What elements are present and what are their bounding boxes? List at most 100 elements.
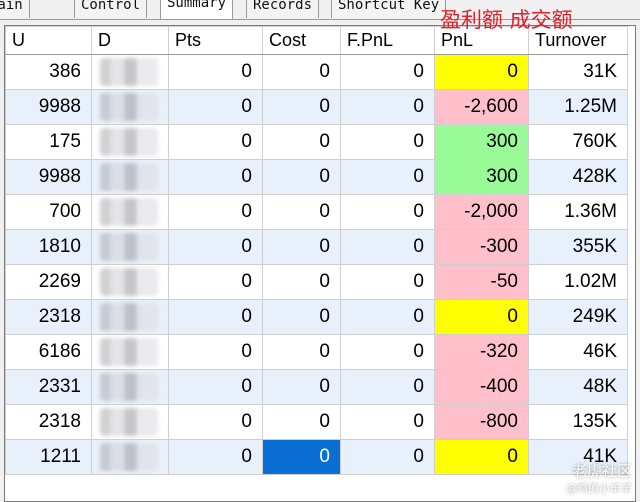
cell-u[interactable]: 2318	[5, 299, 92, 335]
cell-pts[interactable]: 0	[168, 159, 263, 195]
cell-pts[interactable]: 0	[168, 404, 263, 440]
cell-d-redacted[interactable]	[91, 194, 169, 230]
cell-turnover[interactable]: 355K	[528, 229, 628, 265]
cell-fpnl[interactable]: 0	[340, 334, 435, 370]
cell-turnover[interactable]: 135K	[528, 404, 628, 440]
cell-cost[interactable]: 0	[262, 159, 341, 195]
table-row[interactable]: 2318 0 0 0 0 249K	[5, 299, 628, 335]
cell-cost[interactable]: 0	[262, 54, 341, 90]
table-row[interactable]: 9988 0 0 0 -2,600 1.25M	[5, 89, 628, 125]
cell-u[interactable]: 1211	[5, 439, 92, 475]
cell-u[interactable]: 2331	[5, 369, 92, 405]
cell-pts[interactable]: 0	[168, 54, 263, 90]
cell-fpnl[interactable]: 0	[340, 124, 435, 160]
cell-pts[interactable]: 0	[168, 439, 263, 475]
cell-cost[interactable]: 0	[262, 194, 341, 230]
tab-records[interactable]: Records	[246, 0, 320, 18]
table-row[interactable]: 2331 0 0 0 -400 48K	[5, 369, 628, 405]
cell-fpnl[interactable]: 0	[340, 159, 435, 195]
cell-fpnl[interactable]: 0	[340, 229, 435, 265]
cell-d-redacted[interactable]	[91, 54, 169, 90]
cell-cost[interactable]: 0	[262, 264, 341, 300]
table-row[interactable]: 9988 0 0 0 300 428K	[5, 159, 628, 195]
cell-cost[interactable]: 0	[262, 229, 341, 265]
cell-d-redacted[interactable]	[91, 439, 169, 475]
cell-pts[interactable]: 0	[168, 299, 263, 335]
cell-turnover[interactable]: 1.36M	[528, 194, 628, 230]
tab-main[interactable]: Main	[0, 0, 30, 18]
cell-pts[interactable]: 0	[168, 264, 263, 300]
cell-turnover[interactable]: 428K	[528, 159, 628, 195]
cell-u[interactable]: 1810	[5, 229, 92, 265]
cell-pts[interactable]: 0	[168, 229, 263, 265]
cell-cost[interactable]: 0	[262, 299, 341, 335]
cell-pnl[interactable]: -800	[434, 404, 529, 440]
table-row[interactable]: 700 0 0 0 -2,000 1.36M	[5, 194, 628, 230]
cell-turnover[interactable]: 1.25M	[528, 89, 628, 125]
cell-fpnl[interactable]: 0	[340, 194, 435, 230]
cell-pts[interactable]: 0	[168, 334, 263, 370]
cell-fpnl[interactable]: 0	[340, 264, 435, 300]
cell-u[interactable]: 2269	[5, 264, 92, 300]
column-header-fpnl[interactable]: F.PnL	[340, 26, 435, 55]
cell-pnl[interactable]: 0	[434, 299, 529, 335]
cell-pnl[interactable]: -2,600	[434, 89, 529, 125]
cell-pnl[interactable]: -50	[434, 264, 529, 300]
cell-fpnl[interactable]: 0	[340, 439, 435, 475]
cell-u[interactable]: 700	[5, 194, 92, 230]
cell-pts[interactable]: 0	[168, 124, 263, 160]
tab-shortcut-key[interactable]: Shortcut Key	[331, 0, 447, 18]
table-row[interactable]: 1211 0 0 0 0 41K	[5, 439, 628, 475]
cell-pnl[interactable]: -300	[434, 229, 529, 265]
cell-u[interactable]: 2318	[5, 404, 92, 440]
column-header-cost[interactable]: Cost	[262, 26, 341, 55]
table-row[interactable]: 1810 0 0 0 -300 355K	[5, 229, 628, 265]
cell-d-redacted[interactable]	[91, 89, 169, 125]
cell-pnl[interactable]: 0	[434, 54, 529, 90]
cell-pnl[interactable]: -320	[434, 334, 529, 370]
cell-pnl[interactable]: 300	[434, 124, 529, 160]
cell-pnl[interactable]: -400	[434, 369, 529, 405]
table-row[interactable]: 175 0 0 0 300 760K	[5, 124, 628, 160]
column-header-pts[interactable]: Pts	[168, 26, 263, 55]
cell-fpnl[interactable]: 0	[340, 404, 435, 440]
cell-cost[interactable]: 0	[262, 439, 341, 475]
cell-pnl[interactable]: 300	[434, 159, 529, 195]
cell-fpnl[interactable]: 0	[340, 299, 435, 335]
cell-turnover[interactable]: 46K	[528, 334, 628, 370]
cell-fpnl[interactable]: 0	[340, 89, 435, 125]
cell-d-redacted[interactable]	[91, 369, 169, 405]
cell-cost[interactable]: 0	[262, 369, 341, 405]
cell-d-redacted[interactable]	[91, 229, 169, 265]
cell-cost[interactable]: 0	[262, 404, 341, 440]
table-row[interactable]: 2269 0 0 0 -50 1.02M	[5, 264, 628, 300]
cell-turnover[interactable]: 249K	[528, 299, 628, 335]
tab-control[interactable]: Control	[74, 0, 148, 18]
column-header-u[interactable]: U	[5, 26, 92, 55]
cell-cost[interactable]: 0	[262, 334, 341, 370]
cell-pts[interactable]: 0	[168, 89, 263, 125]
cell-u[interactable]: 9988	[5, 89, 92, 125]
cell-d-redacted[interactable]	[91, 299, 169, 335]
cell-pts[interactable]: 0	[168, 194, 263, 230]
cell-turnover[interactable]: 760K	[528, 124, 628, 160]
cell-u[interactable]: 6186	[5, 334, 92, 370]
cell-u[interactable]: 175	[5, 124, 92, 160]
cell-d-redacted[interactable]	[91, 404, 169, 440]
cell-u[interactable]: 386	[5, 54, 92, 90]
table-row[interactable]: 386 0 0 0 0 31K	[5, 54, 628, 90]
cell-turnover[interactable]: 48K	[528, 369, 628, 405]
tab-summary[interactable]: Summary	[160, 0, 234, 19]
cell-u[interactable]: 9988	[5, 159, 92, 195]
cell-pnl[interactable]: -2,000	[434, 194, 529, 230]
cell-fpnl[interactable]: 0	[340, 369, 435, 405]
table-row[interactable]: 6186 0 0 0 -320 46K	[5, 334, 628, 370]
cell-cost[interactable]: 0	[262, 124, 341, 160]
cell-fpnl[interactable]: 0	[340, 54, 435, 90]
cell-d-redacted[interactable]	[91, 334, 169, 370]
column-header-d[interactable]: D	[91, 26, 169, 55]
cell-d-redacted[interactable]	[91, 124, 169, 160]
cell-cost[interactable]: 0	[262, 89, 341, 125]
table-row[interactable]: 2318 0 0 0 -800 135K	[5, 404, 628, 440]
cell-pts[interactable]: 0	[168, 369, 263, 405]
